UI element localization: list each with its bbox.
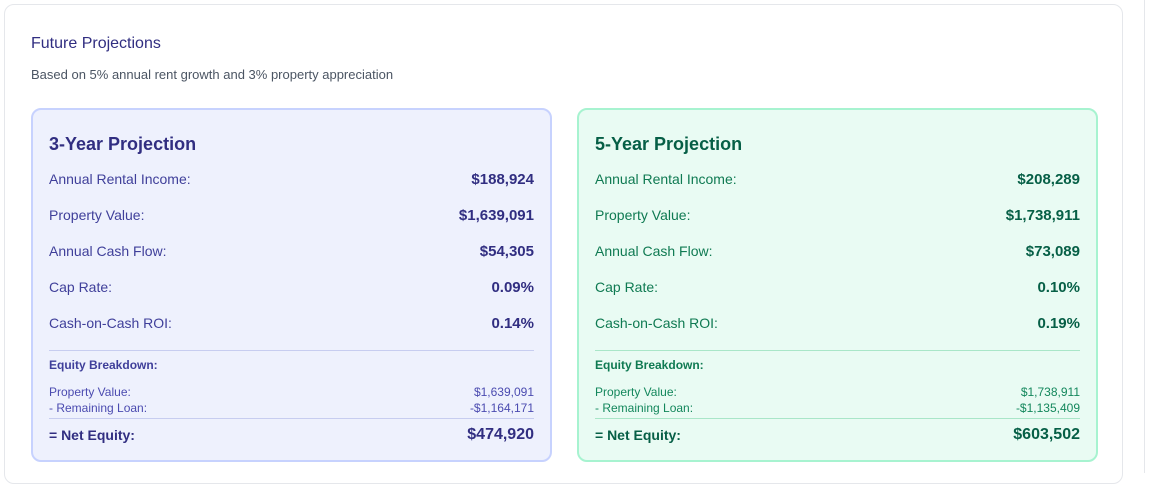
row-value: $1,738,911 <box>1005 206 1080 224</box>
divider <box>49 350 534 351</box>
row-label: Cash-on-Cash ROI: <box>49 315 172 331</box>
net-equity-label: = Net Equity: <box>49 427 135 443</box>
cap-rate-row: Cap Rate: 0.10% <box>595 276 1080 298</box>
net-equity-row: = Net Equity: $603,502 <box>595 424 1080 446</box>
scroll-edge-divider <box>1144 0 1145 473</box>
row-label: - Remaining Loan: <box>595 401 694 415</box>
three-year-projection-card: 3-Year Projection Annual Rental Income: … <box>31 108 552 462</box>
row-label: Cap Rate: <box>49 279 113 295</box>
divider <box>595 418 1080 419</box>
remaining-loan-row: - Remaining Loan: -$1,135,409 <box>595 400 1080 416</box>
property-value-row: Property Value: $1,639,091 <box>49 204 534 226</box>
cap-rate-row: Cap Rate: 0.09% <box>49 276 534 298</box>
equity-breakdown-heading: Equity Breakdown: <box>49 358 158 372</box>
row-label: Annual Rental Income: <box>595 171 737 187</box>
row-label: - Remaining Loan: <box>49 401 148 415</box>
row-label: Annual Cash Flow: <box>49 243 167 259</box>
card-title: 5-Year Projection <box>595 134 743 154</box>
annual-rental-income-row: Annual Rental Income: $188,924 <box>49 168 534 190</box>
equity-breakdown-heading: Equity Breakdown: <box>595 358 704 372</box>
row-label: Property Value: <box>595 385 677 399</box>
cash-on-cash-roi-row: Cash-on-Cash ROI: 0.14% <box>49 312 534 334</box>
row-label: Property Value: <box>49 385 131 399</box>
row-label: Annual Rental Income: <box>49 171 191 187</box>
equity-property-value-row: Property Value: $1,639,091 <box>49 384 534 400</box>
row-label: Property Value: <box>49 207 145 223</box>
future-projections-panel: Future Projections Based on 5% annual re… <box>4 4 1123 484</box>
row-value: $188,924 <box>471 170 534 188</box>
net-equity-value: $474,920 <box>467 426 534 443</box>
row-value: -$1,135,409 <box>1015 401 1080 415</box>
net-equity-value: $603,502 <box>1013 426 1080 443</box>
row-value: $208,289 <box>1017 170 1080 188</box>
annual-rental-income-row: Annual Rental Income: $208,289 <box>595 168 1080 190</box>
row-value: 0.10% <box>1037 278 1080 296</box>
row-label: Annual Cash Flow: <box>595 243 713 259</box>
remaining-loan-row: - Remaining Loan: -$1,164,171 <box>49 400 534 416</box>
net-equity-row: = Net Equity: $474,920 <box>49 424 534 446</box>
annual-cash-flow-row: Annual Cash Flow: $73,089 <box>595 240 1080 262</box>
row-value: $1,639,091 <box>458 206 534 224</box>
row-value: $73,089 <box>1025 242 1080 260</box>
card-title: 3-Year Projection <box>49 134 197 154</box>
row-value: 0.09% <box>491 278 534 296</box>
row-value: 0.19% <box>1037 314 1080 332</box>
cash-on-cash-roi-row: Cash-on-Cash ROI: 0.19% <box>595 312 1080 334</box>
five-year-projection-card: 5-Year Projection Annual Rental Income: … <box>577 108 1098 462</box>
row-value: $1,639,091 <box>473 385 534 399</box>
annual-cash-flow-row: Annual Cash Flow: $54,305 <box>49 240 534 262</box>
row-value: 0.14% <box>491 314 534 332</box>
row-label: Cap Rate: <box>595 279 659 295</box>
divider <box>49 418 534 419</box>
row-value: $1,738,911 <box>1020 385 1080 399</box>
divider <box>595 350 1080 351</box>
row-label: Cash-on-Cash ROI: <box>595 315 718 331</box>
section-subtitle: Based on 5% annual rent growth and 3% pr… <box>31 67 394 82</box>
row-label: Property Value: <box>595 207 691 223</box>
net-equity-label: = Net Equity: <box>595 427 681 443</box>
row-value: -$1,164,171 <box>469 401 534 415</box>
section-title: Future Projections <box>31 35 161 52</box>
row-value: $54,305 <box>479 242 534 260</box>
equity-property-value-row: Property Value: $1,738,911 <box>595 384 1080 400</box>
property-value-row: Property Value: $1,738,911 <box>595 204 1080 226</box>
